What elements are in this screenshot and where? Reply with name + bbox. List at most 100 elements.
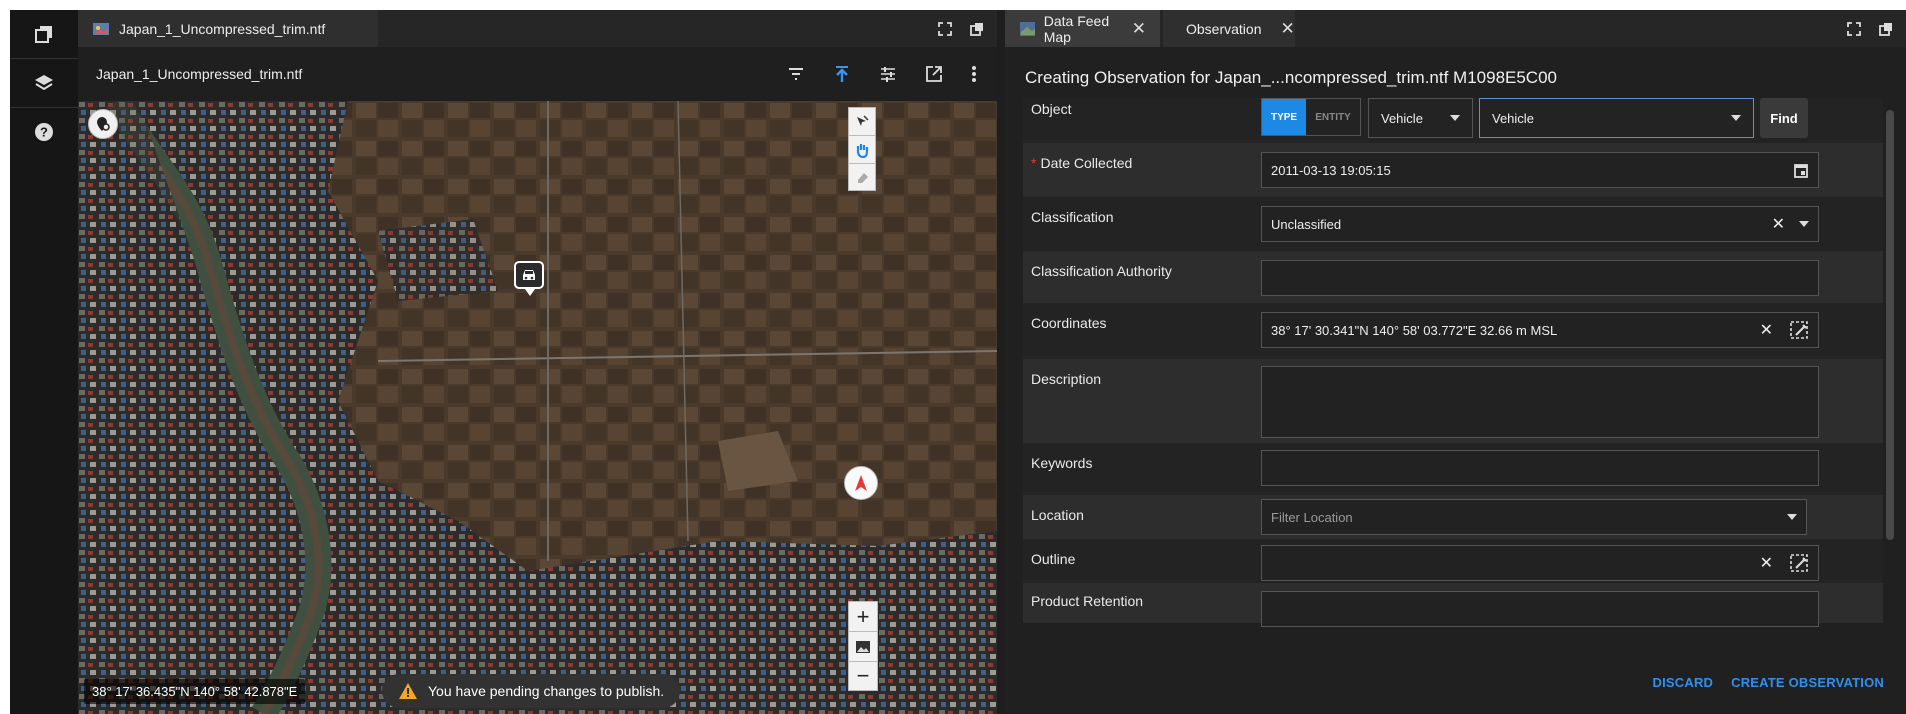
select-controls: ✕ [1772,214,1809,234]
fullscreen-icon[interactable] [1846,21,1862,37]
date-label: * Date Collected [1031,155,1132,171]
filter-icon[interactable] [787,65,805,83]
create-observation-button[interactable]: CREATE OBSERVATION [1731,675,1884,690]
more-vertical-icon[interactable] [971,65,977,83]
tab-observation[interactable]: Observation ✕ [1163,10,1295,47]
calendar-icon[interactable] [1793,162,1809,178]
observation-tabbar: Data Feed Map ✕ Observation ✕ [1005,10,1906,47]
rail-help-button[interactable]: ? [10,108,78,156]
object-type-select[interactable]: Vehicle [1479,98,1754,138]
close-icon[interactable]: ✕ [1132,19,1146,39]
rail-layers-button[interactable] [10,59,78,107]
open-external-icon[interactable] [925,65,943,83]
description-label: Description [1031,371,1102,387]
close-icon[interactable]: ✕ [1280,19,1294,39]
zoom-out-label: − [856,663,870,688]
pan-tool-button[interactable] [848,135,876,163]
location-label: Location [1031,507,1084,523]
outline-field[interactable]: ✕ [1261,545,1819,581]
description-row: Description [1023,359,1883,443]
date-value: 2011-03-13 19:05:15 [1271,162,1391,178]
chevron-down-icon[interactable] [1799,221,1809,227]
coordinates-label: Coordinates [1031,315,1107,331]
vehicle-marker[interactable] [514,261,544,296]
clear-icon[interactable]: ✕ [1760,320,1773,340]
north-arrow-icon [855,475,867,491]
object-label: Object [1031,101,1072,117]
adjustments-icon[interactable] [879,65,897,83]
find-button[interactable]: Find [1760,98,1808,138]
classification-value: Unclassified [1271,216,1342,232]
basemap-button[interactable] [848,631,878,661]
tab-label: Japan_1_Uncompressed_trim.ntf [119,20,326,37]
outline-row: Outline ✕ [1023,539,1883,583]
map-pick-icon[interactable] [1789,320,1809,340]
classification-select[interactable]: Unclassified ✕ [1261,206,1819,242]
zoom-in-button[interactable]: + [848,601,878,631]
authority-row: Classification Authority [1023,251,1883,303]
tab-image-file[interactable]: Japan_1_Uncompressed_trim.ntf [78,10,378,47]
fullscreen-icon[interactable] [937,21,953,37]
popout-window-icon[interactable] [969,21,985,37]
outline-label: Outline [1031,551,1076,567]
eraser-tool-button[interactable] [848,163,876,191]
help-icon: ? [35,123,53,141]
chevron-down-icon [1787,514,1797,520]
map-search-location-button[interactable] [88,109,118,139]
clear-icon[interactable]: ✕ [1772,214,1785,234]
observation-pane: Data Feed Map ✕ Observation ✕ Creating O… [1005,10,1906,714]
map-thumbnail-icon [1020,21,1035,36]
location-row: Location Filter Location [1023,495,1883,539]
car-icon [523,270,535,280]
description-textarea[interactable] [1261,366,1819,438]
draw-outline-icon[interactable] [1789,553,1809,573]
satellite-map[interactable]: + − 38° 17' 36.435"N 140° 58' 42.878"E Y… [78,101,997,714]
toast-message: You have pending changes to publish. [428,683,665,699]
image-file-icon [93,22,109,35]
warning-icon [399,683,417,699]
product-retention-select[interactable] [1261,591,1819,627]
toggle-entity[interactable]: ENTITY [1306,99,1360,135]
tabbar-tools [1846,10,1894,47]
location-select[interactable]: Filter Location [1261,499,1807,535]
date-row: * Date Collected 2011-03-13 19:05:15 [1023,143,1883,197]
keywords-row: Keywords [1023,443,1883,495]
image-toolbar [787,47,977,101]
tabbar-tools [937,10,985,47]
compass-north-button[interactable] [844,466,878,500]
coordinates-row: Coordinates 38° 17' 30.341"N 140° 58' 03… [1023,303,1883,359]
layers-icon [35,75,53,91]
toggle-type[interactable]: TYPE [1262,99,1307,135]
copy-stack-icon [35,26,52,43]
authority-label: Classification Authority [1031,263,1172,279]
keywords-field[interactable] [1261,450,1819,486]
publish-upload-icon[interactable] [833,65,851,83]
retention-label: Product Retention [1031,593,1144,609]
observation-form: Object TYPE ENTITY Vehicle Vehicle Find … [1023,98,1883,648]
location-placeholder: Filter Location [1271,509,1353,525]
hand-icon [856,143,869,158]
coordinates-field[interactable]: 38° 17' 30.341"N 140° 58' 03.772"E 32.66… [1261,312,1819,348]
discard-button[interactable]: DISCARD [1653,675,1714,690]
tab-data-feed-map[interactable]: Data Feed Map ✕ [1005,10,1160,47]
coordinates-value: 38° 17' 30.341"N 140° 58' 03.772"E 32.66… [1271,322,1558,338]
chevron-down-icon [1450,115,1460,121]
eraser-icon [858,173,868,183]
image-icon [856,640,870,653]
form-scrollbar[interactable] [1886,110,1894,540]
clear-icon[interactable]: ✕ [1760,553,1773,573]
object-row: Object TYPE ENTITY Vehicle Vehicle Find [1023,98,1883,143]
date-collected-field[interactable]: 2011-03-13 19:05:15 [1261,152,1819,188]
rail-layers-stack-button[interactable] [10,10,78,58]
object-category-select[interactable]: Vehicle [1368,98,1473,138]
type-entity-toggle[interactable]: TYPE ENTITY [1261,98,1361,136]
pointer-tool-button[interactable] [848,107,876,135]
zoom-out-button[interactable]: − [848,661,878,691]
svg-text:?: ? [40,125,48,140]
form-actions: DISCARD CREATE OBSERVATION [1653,675,1885,690]
classification-authority-field[interactable] [1261,260,1819,296]
image-title: Japan_1_Uncompressed_trim.ntf [96,66,303,82]
image-header: Japan_1_Uncompressed_trim.ntf [78,47,997,101]
popout-window-icon[interactable] [1878,21,1894,37]
tab-label: Observation [1186,20,1262,37]
